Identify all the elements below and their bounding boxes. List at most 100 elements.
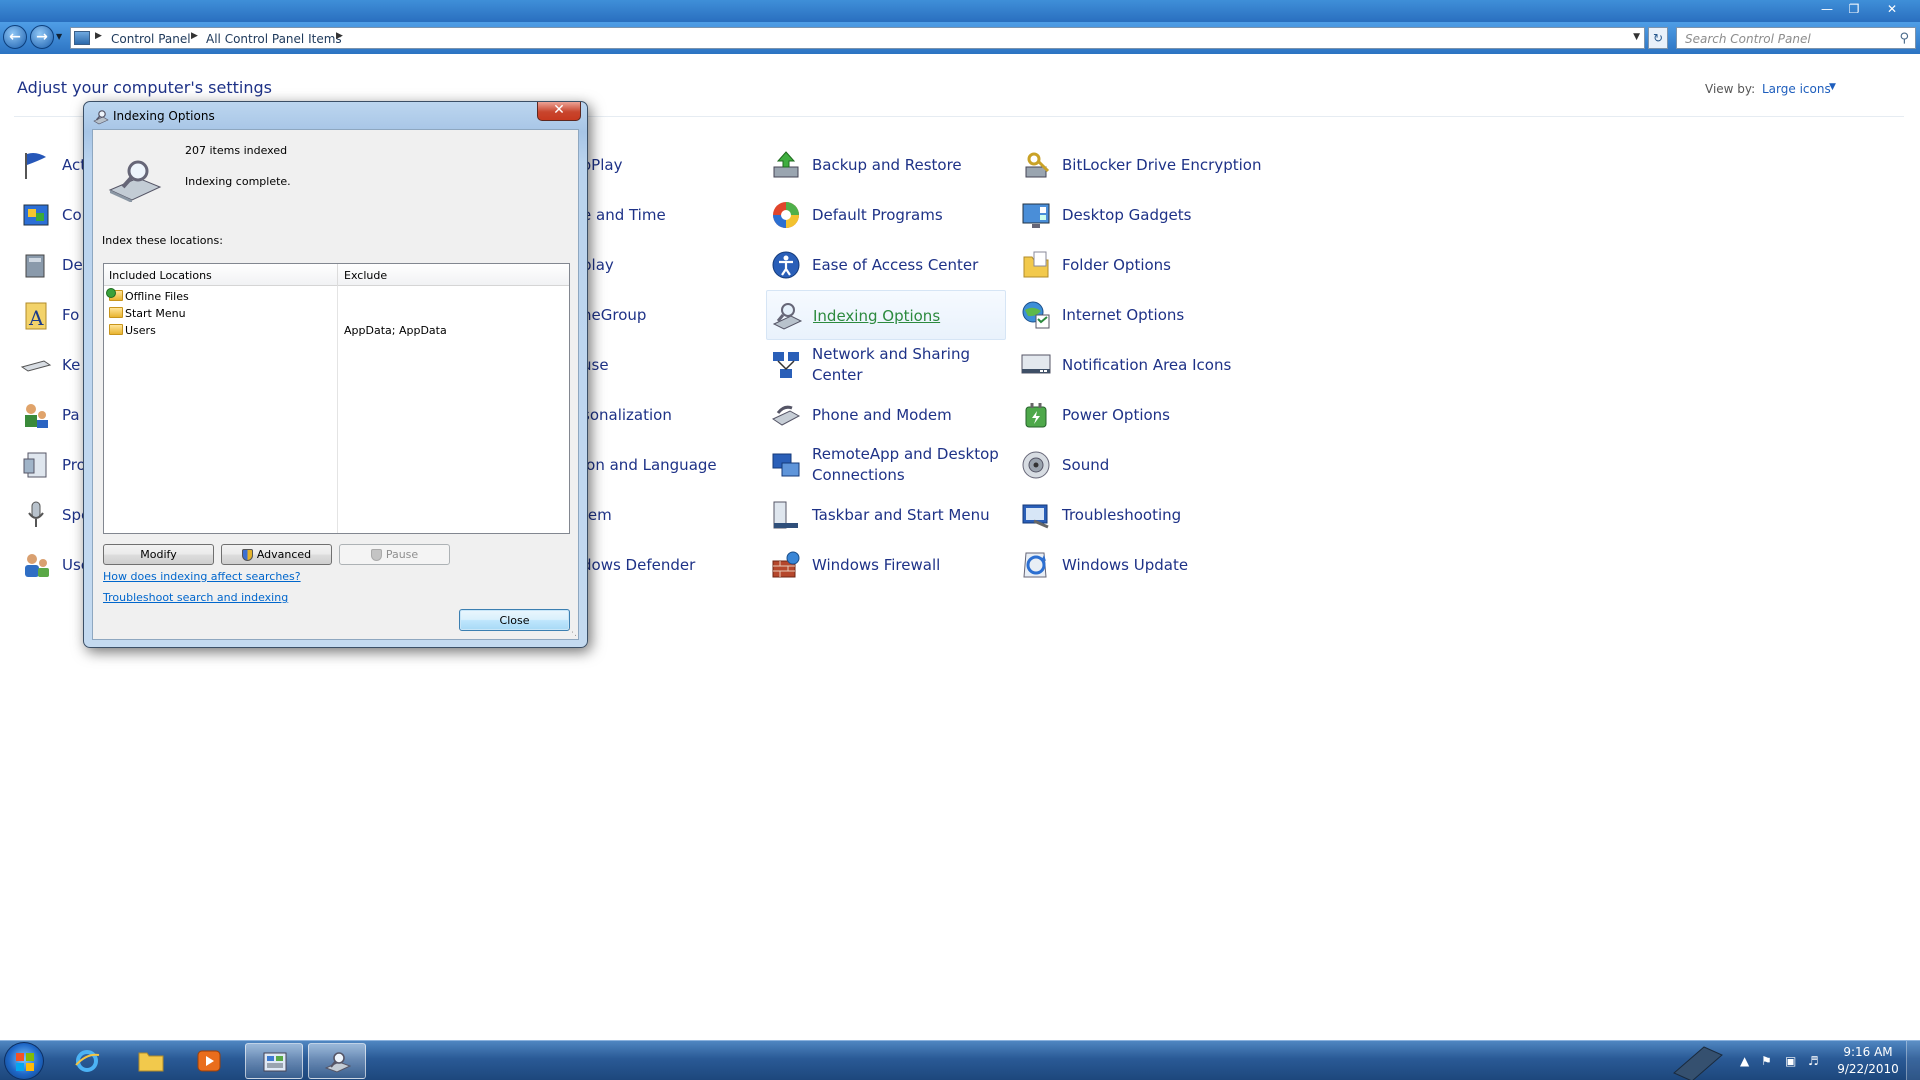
breadcrumb-control-panel[interactable]: Control Panel: [111, 32, 191, 46]
pause-button[interactable]: Pause: [339, 544, 450, 565]
control-panel-icon: [74, 31, 90, 45]
cp-item-label: tem: [582, 505, 612, 524]
cp-item-indexing-options[interactable]: Indexing Options: [766, 290, 1006, 340]
breadcrumb-all-items[interactable]: All Control Panel Items: [206, 32, 342, 46]
sound-icon: [1022, 451, 1050, 479]
indexing-options-dialog[interactable]: Indexing Options ✕ 207 items indexed Ind…: [83, 101, 588, 648]
cp-item-windows-firewall[interactable]: Windows Firewall: [766, 540, 1006, 590]
view-by-dropdown[interactable]: Large icons: [1762, 82, 1831, 96]
uac-shield-icon: [241, 548, 253, 561]
cp-item-desktop-gadgets[interactable]: Desktop Gadgets: [1016, 190, 1256, 240]
search-placeholder: Search Control Panel: [1685, 32, 1811, 46]
show-desktop-button[interactable]: [1906, 1041, 1920, 1080]
cp-item-action-center[interactable]: Act: [16, 140, 91, 190]
column-header-exclude[interactable]: Exclude: [344, 269, 387, 282]
location-row-start-menu[interactable]: Start Menu: [104, 305, 569, 322]
cp-item-default-programs[interactable]: Default Programs: [766, 190, 1006, 240]
cp-item-label: Power Options: [1062, 405, 1170, 424]
indexing-icon: [325, 1052, 351, 1073]
cp-item-fonts[interactable]: A Fo: [16, 290, 91, 340]
uac-shield-icon: [370, 548, 382, 561]
network-tray-icon[interactable]: ▣: [1785, 1054, 1796, 1068]
taskbar-control-panel[interactable]: [245, 1043, 303, 1079]
search-input[interactable]: Search Control Panel ⚲: [1676, 27, 1916, 49]
show-hidden-icons-icon[interactable]: ▲: [1740, 1054, 1749, 1068]
taskbar-windows-explorer[interactable]: [122, 1043, 180, 1079]
cp-item-folder-options[interactable]: Folder Options: [1016, 240, 1256, 290]
column-header-included[interactable]: Included Locations: [109, 269, 212, 282]
network-icon: [773, 352, 799, 378]
taskbar-media-player[interactable]: [180, 1043, 238, 1079]
notification-icon: [1021, 354, 1051, 374]
cp-item-label: play: [582, 255, 614, 274]
modify-button[interactable]: Modify: [103, 544, 214, 565]
minimize-button[interactable]: —: [1815, 1, 1839, 17]
indexing-status: Indexing complete.: [185, 175, 291, 188]
cp-item-internet-options[interactable]: Internet Options: [1016, 290, 1256, 340]
resize-grip-icon[interactable]: ⋱: [568, 628, 577, 638]
taskbar-indexing-options[interactable]: [308, 1043, 366, 1079]
chevron-down-icon[interactable]: ▼: [1829, 82, 1836, 92]
refresh-button[interactable]: ↻: [1648, 27, 1668, 49]
cp-item-label: Troubleshooting: [1062, 505, 1182, 524]
taskbar-internet-explorer[interactable]: [58, 1043, 116, 1079]
address-bar[interactable]: ▶ Control Panel ▶ All Control Panel Item…: [70, 27, 1645, 49]
cp-item-parental-controls[interactable]: Pa: [16, 390, 91, 440]
breadcrumb-separator-icon[interactable]: ▶: [336, 31, 343, 41]
window-titlebar[interactable]: — ❐ ✕: [0, 0, 1920, 22]
recent-pages-dropdown-icon[interactable]: ▼: [56, 32, 62, 41]
dialog-close-button[interactable]: ✕: [537, 102, 581, 121]
cp-item-backup-and-restore[interactable]: Backup and Restore: [766, 140, 1006, 190]
cp-item-label: BitLocker Drive Encryption: [1062, 155, 1262, 174]
breadcrumb-separator-icon[interactable]: ▶: [191, 31, 198, 41]
address-dropdown-icon[interactable]: ▼: [1633, 32, 1640, 42]
column-divider[interactable]: [337, 264, 338, 286]
cp-item-label: Internet Options: [1062, 305, 1185, 324]
cp-item-programs-and-features[interactable]: Pro: [16, 440, 91, 490]
internet-explorer-icon: [75, 1050, 100, 1072]
link-indexing-affect-searches[interactable]: How does indexing affect searches?: [103, 570, 301, 583]
location-row-offline-files[interactable]: Offline Files: [104, 288, 569, 305]
cp-item-device-manager[interactable]: De: [16, 240, 91, 290]
cp-item-network-and-sharing[interactable]: Network and Sharing Center: [766, 340, 1006, 390]
cp-item-notification-area-icons[interactable]: Notification Area Icons: [1016, 340, 1276, 390]
clock-date[interactable]: 9/22/2010: [1834, 1062, 1902, 1076]
bitlocker-icon: [1025, 152, 1050, 178]
forward-button[interactable]: →: [30, 25, 54, 49]
cp-item-phone-and-modem[interactable]: Phone and Modem: [766, 390, 1006, 440]
locations-list[interactable]: Included Locations Exclude Offline Files…: [103, 263, 570, 534]
volume-icon[interactable]: ♬: [1808, 1054, 1819, 1068]
cp-item-speech-recognition[interactable]: Spe: [16, 490, 91, 540]
start-button[interactable]: [4, 1042, 44, 1080]
cp-item-label: RemoteApp and Desktop Connections: [812, 445, 999, 484]
cp-item-color-management[interactable]: Co: [16, 190, 91, 240]
cp-item-bitlocker[interactable]: BitLocker Drive Encryption: [1016, 140, 1276, 190]
cp-item-sound[interactable]: Sound: [1016, 440, 1256, 490]
window-close-button[interactable]: ✕: [1880, 1, 1904, 17]
cp-item-user-accounts[interactable]: Use: [16, 540, 91, 590]
cp-item-taskbar-and-start[interactable]: Taskbar and Start Menu: [766, 490, 1006, 540]
locations-label: Index these locations:: [102, 234, 223, 247]
search-icon[interactable]: ⚲: [1899, 31, 1909, 46]
advanced-button[interactable]: Advanced: [221, 544, 332, 565]
location-row-users[interactable]: Users AppData; AppData: [104, 322, 569, 339]
taskbar-icon: [773, 501, 798, 529]
action-center-flag-icon[interactable]: ⚑: [1761, 1054, 1772, 1068]
close-button[interactable]: Close: [459, 609, 570, 631]
cp-item-remoteapp[interactable]: RemoteApp and Desktop Connections: [766, 440, 1006, 490]
cp-item-label: dows Defender: [582, 555, 696, 574]
restore-button[interactable]: ❐: [1842, 1, 1866, 17]
advanced-button-label: Advanced: [256, 548, 312, 561]
indexing-status-icon: [108, 160, 162, 202]
back-button[interactable]: ←: [3, 25, 27, 49]
cp-item-troubleshooting[interactable]: Troubleshooting: [1016, 490, 1256, 540]
folder-icon: [109, 307, 123, 318]
cp-item-power-options[interactable]: Power Options: [1016, 390, 1256, 440]
cp-item-keyboard[interactable]: Ke: [16, 340, 91, 390]
link-troubleshoot-search[interactable]: Troubleshoot search and indexing: [103, 591, 288, 604]
cp-item-windows-update[interactable]: Windows Update: [1016, 540, 1256, 590]
breadcrumb-separator-icon[interactable]: ▶: [95, 31, 102, 41]
clock-time[interactable]: 9:16 AM: [1838, 1045, 1898, 1059]
cp-item-label: Windows Firewall: [812, 555, 941, 574]
cp-item-ease-of-access[interactable]: Ease of Access Center: [766, 240, 1006, 290]
